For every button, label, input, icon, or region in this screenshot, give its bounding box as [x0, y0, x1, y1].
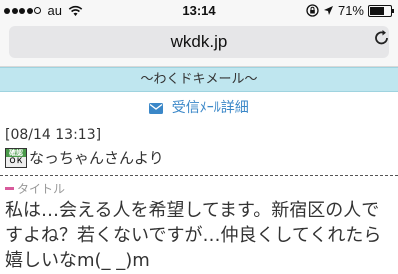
- verified-ok-badge-icon: 確認 ＯＫ: [5, 147, 27, 168]
- message-date: [08/14 13:13]: [5, 127, 102, 143]
- page-header-title: 〜わくドキメール〜: [140, 72, 258, 87]
- sender-row: 確認 ＯＫ なっちゃんさんより: [5, 147, 164, 168]
- title-row: タイトル: [5, 180, 65, 197]
- battery-icon: [368, 4, 394, 17]
- status-right: 71%: [306, 3, 394, 18]
- status-bar: au 13:14 71%: [0, 0, 398, 22]
- battery-percent: 71%: [337, 3, 364, 18]
- message-body: 私は…会える人を希望してます。新宿区の人ですよね？若くないですが…仲良くしてくれ…: [5, 200, 382, 271]
- reload-icon[interactable]: [374, 29, 390, 47]
- detail-link-label[interactable]: 受信ﾒｰﾙ詳細: [172, 100, 249, 116]
- page-header-band: 〜わくドキメール〜: [0, 67, 398, 92]
- address-bar[interactable]: wkdk.jp: [9, 26, 389, 58]
- envelope-icon: [149, 103, 164, 114]
- title-mark-icon: [5, 187, 14, 190]
- received-mail-detail-link[interactable]: 受信ﾒｰﾙ詳細: [0, 97, 398, 117]
- dashed-divider: [0, 175, 398, 176]
- badge-bottom-text: ＯＫ: [9, 156, 23, 165]
- title-label: タイトル: [17, 182, 66, 196]
- battery-fill: [370, 6, 385, 15]
- location-arrow-icon: [323, 6, 333, 15]
- screen-lock-icon: [306, 4, 319, 17]
- badge-top-text: 確認: [6, 148, 26, 157]
- url-text[interactable]: wkdk.jp: [171, 32, 228, 51]
- browser-address-area: wkdk.jp: [0, 22, 398, 67]
- sender-name[interactable]: なっちゃんさんより: [29, 147, 164, 168]
